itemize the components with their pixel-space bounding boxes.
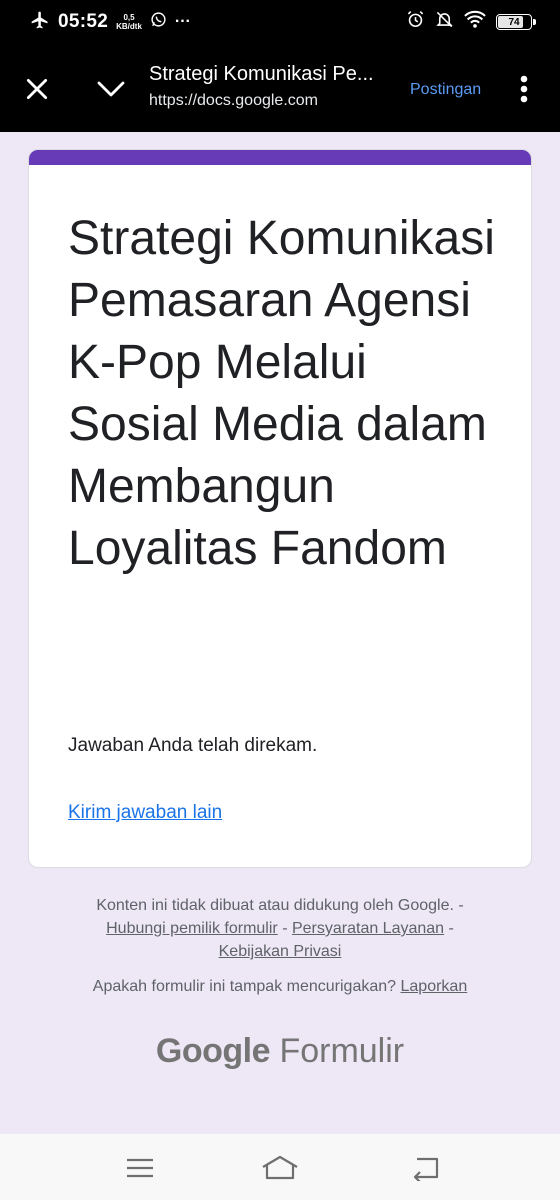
post-button[interactable]: Postingan: [410, 81, 481, 99]
card-accent-bar: [29, 150, 531, 165]
speed-value: 0,5: [123, 13, 135, 22]
status-bar: 05:52 0,5 KB/dtk ··· 74: [0, 0, 560, 44]
browser-toolbar: Strategi Komunikasi Pe... https://docs.g…: [0, 44, 560, 132]
home-icon: [262, 1155, 298, 1180]
form-card: Strategi Komunikasi Pemasaran Agensi K-P…: [28, 149, 532, 868]
footer-disclaimer: Konten ini tidak dibuat atau didukung ol…: [0, 894, 560, 963]
more-menu-button[interactable]: [506, 66, 542, 112]
recents-button[interactable]: [112, 1148, 168, 1188]
submit-another-link[interactable]: Kirim jawaban lain: [68, 802, 222, 824]
contact-owner-link[interactable]: Hubungi pemilik formulir: [106, 920, 278, 937]
page-info[interactable]: Strategi Komunikasi Pe... https://docs.g…: [149, 63, 399, 110]
navigation-bar: [0, 1134, 560, 1200]
separator: -: [277, 920, 292, 937]
footer-report: Apakah formulir ini tampak mencurigakan?…: [0, 978, 560, 996]
confirmation-message: Jawaban Anda telah direkam.: [68, 735, 318, 756]
battery-level: 74: [508, 16, 520, 28]
chevron-down-icon: [97, 81, 125, 97]
more-vert-icon: [520, 75, 528, 103]
google-forms-logo[interactable]: Google Formulir: [0, 1032, 560, 1071]
battery-icon: 74: [496, 14, 536, 30]
airplane-icon: [30, 10, 50, 35]
disclaimer-text: Konten ini tidak dibuat atau didukung ol…: [96, 897, 464, 914]
form-title: Strategi Komunikasi Pemasaran Agensi K-P…: [68, 212, 495, 575]
menu-icon: [127, 1158, 153, 1178]
status-left: 05:52 0,5 KB/dtk ···: [30, 10, 191, 35]
whatsapp-icon: [150, 11, 167, 33]
close-icon: [26, 78, 48, 100]
report-link[interactable]: Laporkan: [401, 978, 468, 995]
brand-google: Google: [155, 1032, 271, 1070]
privacy-link[interactable]: Kebijakan Privasi: [219, 943, 342, 960]
minimize-tab-button[interactable]: [88, 66, 134, 112]
brand-product: Formulir: [279, 1032, 405, 1070]
terms-link[interactable]: Persyaratan Layanan: [292, 920, 444, 937]
suspicious-text: Apakah formulir ini tampak mencurigakan?: [92, 978, 397, 995]
wifi-icon: [464, 10, 486, 34]
back-button[interactable]: [398, 1148, 454, 1188]
status-time: 05:52: [58, 11, 109, 32]
status-right: 74: [406, 10, 536, 34]
home-button[interactable]: [252, 1148, 308, 1188]
close-tab-button[interactable]: [14, 66, 60, 112]
back-icon: [413, 1157, 439, 1181]
separator: -: [444, 920, 454, 937]
speed-unit: KB/dtk: [116, 22, 142, 31]
page-title: Strategi Komunikasi Pe...: [149, 63, 374, 85]
more-notifications: ···: [174, 13, 191, 30]
network-speed: 0,5 KB/dtk: [116, 13, 142, 31]
mute-icon: [435, 10, 454, 34]
alarm-icon: [406, 10, 425, 34]
page-url: https://docs.google.com: [149, 92, 318, 109]
